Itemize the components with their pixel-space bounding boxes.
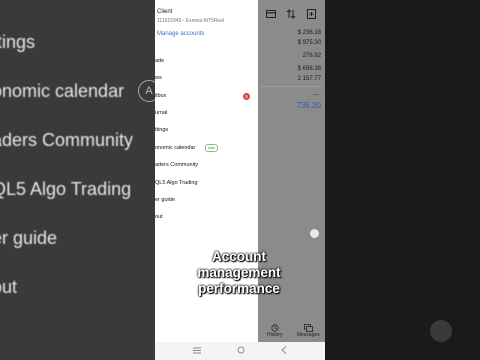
bg-item-guide: er guide xyxy=(0,228,58,248)
back-icon[interactable] xyxy=(281,346,287,356)
drawer-item-journal[interactable]: urnal xyxy=(155,110,167,116)
panel-value: $ 975.30 xyxy=(297,40,321,46)
recents-icon[interactable] xyxy=(193,347,201,356)
toggle-knob[interactable] xyxy=(310,229,319,238)
sort-arrows-icon[interactable] xyxy=(286,9,297,20)
account-server: 111515945 - Exness-MT5Real xyxy=(157,18,225,24)
drawer-item-algo-trading[interactable]: QL5 Algo Trading xyxy=(155,180,198,186)
messages-icon xyxy=(303,324,314,332)
video-caption: Account management performance xyxy=(197,249,281,296)
drawer-item-news[interactable]: ws xyxy=(155,75,162,81)
more-menu-icon[interactable]: ... xyxy=(258,89,325,97)
tab-messages-label: Messages xyxy=(296,332,320,338)
bg-item-algo: QL5 Algo Trading xyxy=(0,179,132,199)
tab-history-label: History xyxy=(266,332,283,338)
panel-toolbar xyxy=(258,0,325,28)
bg-item-settings: ttings xyxy=(0,32,36,52)
panel-value: $ 236.18 xyxy=(297,30,321,36)
drawer-item-mailbox[interactable]: ilbox xyxy=(155,93,166,99)
highlight-value: 735.20 xyxy=(296,101,321,110)
account-name: Client xyxy=(157,9,173,15)
divider xyxy=(261,86,322,87)
bg-item-calendar: onomic calendar xyxy=(0,81,125,101)
panel-value: 276.92 xyxy=(302,53,321,59)
blurred-right-background xyxy=(325,0,480,360)
drawer-item-logout[interactable]: out xyxy=(155,214,163,220)
phone-screen: $ 236.18 $ 975.30 276.92 $ 698.38 2 157.… xyxy=(155,0,325,360)
bg-item-logout: out xyxy=(0,277,18,297)
add-document-icon[interactable] xyxy=(306,9,317,20)
blurred-menu-background: ttings onomic calendar aders Community Q… xyxy=(0,0,155,360)
drawer-item-trade[interactable]: ade xyxy=(155,58,164,64)
bg-floating-dot xyxy=(430,320,452,342)
system-nav-bar xyxy=(155,342,325,360)
bg-item-community: aders Community xyxy=(0,130,134,150)
drawer-item-settings[interactable]: ttings xyxy=(155,127,168,133)
ads-tag: Ads xyxy=(205,144,218,152)
credit-card-icon[interactable] xyxy=(266,9,277,20)
home-icon[interactable] xyxy=(237,346,245,356)
panel-value: 2 157.77 xyxy=(297,76,321,82)
tab-history[interactable]: History xyxy=(258,320,292,342)
drawer-item-user-guide[interactable]: er guide xyxy=(155,197,175,203)
history-icon xyxy=(269,324,280,332)
tab-messages[interactable]: Messages xyxy=(292,320,326,342)
trading-panel: $ 236.18 $ 975.30 276.92 $ 698.38 2 157.… xyxy=(258,0,325,360)
panel-value: $ 698.38 xyxy=(297,66,321,72)
mailbox-count-badge: 5 xyxy=(243,93,250,100)
drawer-item-traders-community[interactable]: aders Community xyxy=(155,162,198,168)
bottom-tab-bar: History Messages xyxy=(258,320,325,342)
manage-accounts-link[interactable]: Manage accounts xyxy=(157,31,204,37)
drawer-item-economic-calendar[interactable]: onomic calendar xyxy=(155,145,195,151)
